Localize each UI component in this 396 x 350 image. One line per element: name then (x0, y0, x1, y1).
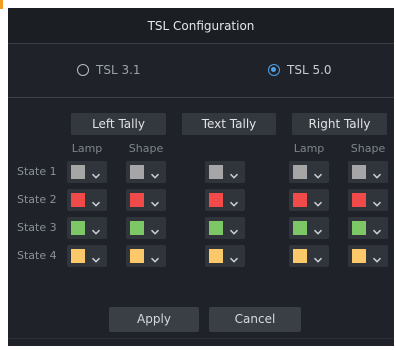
chevron-down-icon (372, 194, 382, 207)
text-color-picker[interactable] (205, 161, 245, 183)
radio-label-tsl-31: TSL 3.1 (96, 63, 141, 77)
right-shape-color-picker[interactable] (348, 189, 388, 211)
state-row-label: State 2 (17, 193, 57, 206)
chevron-down-icon (372, 166, 382, 179)
radio-icon (77, 64, 89, 76)
state-row-label: State 1 (17, 165, 57, 178)
left-lamp-header: Lamp (71, 142, 103, 155)
chevron-down-icon (313, 194, 323, 207)
left-lamp-color-picker[interactable] (67, 161, 107, 183)
color-swatch (293, 165, 307, 179)
right-shape-color-picker[interactable] (348, 245, 388, 267)
left-shape-color-picker[interactable] (126, 245, 166, 267)
chevron-down-icon (150, 166, 160, 179)
state-row-label: State 4 (17, 249, 57, 262)
color-swatch (130, 165, 144, 179)
color-swatch (209, 249, 223, 263)
text-color-picker[interactable] (205, 245, 245, 267)
chevron-down-icon (372, 250, 382, 263)
protocol-radio-group: TSL 3.1 TSL 5.0 (8, 44, 394, 98)
footer-divider (8, 338, 394, 339)
color-swatch (71, 193, 85, 207)
text-color-picker[interactable] (205, 189, 245, 211)
color-swatch (352, 221, 366, 235)
right-lamp-color-picker[interactable] (289, 245, 329, 267)
chevron-down-icon (229, 166, 239, 179)
window-accent-edge (0, 0, 3, 9)
radio-label-tsl-50: TSL 5.0 (287, 63, 332, 77)
chevron-down-icon (313, 222, 323, 235)
chevron-down-icon (229, 194, 239, 207)
color-swatch (352, 249, 366, 263)
right-lamp-header: Lamp (293, 142, 325, 155)
right-lamp-color-picker[interactable] (289, 161, 329, 183)
radio-tsl-50[interactable]: TSL 5.0 (268, 63, 332, 77)
left-tally-button[interactable]: Left Tally (71, 113, 166, 135)
cancel-button[interactable]: Cancel (209, 307, 301, 332)
radio-icon (268, 64, 280, 76)
chevron-down-icon (91, 222, 101, 235)
left-lamp-color-picker[interactable] (67, 217, 107, 239)
color-swatch (71, 221, 85, 235)
color-swatch (130, 249, 144, 263)
color-swatch (71, 165, 85, 179)
color-swatch (352, 193, 366, 207)
chevron-down-icon (150, 222, 160, 235)
chevron-down-icon (150, 250, 160, 263)
color-swatch (209, 221, 223, 235)
right-tally-button[interactable]: Right Tally (292, 113, 387, 135)
right-lamp-color-picker[interactable] (289, 189, 329, 211)
chevron-down-icon (150, 194, 160, 207)
right-shape-color-picker[interactable] (348, 217, 388, 239)
color-swatch (71, 249, 85, 263)
color-swatch (352, 165, 366, 179)
chevron-down-icon (91, 250, 101, 263)
apply-button[interactable]: Apply (109, 307, 199, 332)
chevron-down-icon (313, 166, 323, 179)
color-swatch (209, 165, 223, 179)
dialog-title: TSL Configuration (8, 8, 394, 44)
color-swatch (130, 193, 144, 207)
chevron-down-icon (91, 166, 101, 179)
left-lamp-color-picker[interactable] (67, 245, 107, 267)
radio-tsl-31[interactable]: TSL 3.1 (77, 63, 141, 77)
left-shape-color-picker[interactable] (126, 161, 166, 183)
chevron-down-icon (229, 222, 239, 235)
chevron-down-icon (313, 250, 323, 263)
color-swatch (130, 221, 144, 235)
color-swatch (293, 249, 307, 263)
left-shape-header: Shape (128, 142, 164, 155)
color-swatch (293, 193, 307, 207)
color-swatch (209, 193, 223, 207)
state-row-label: State 3 (17, 221, 57, 234)
chevron-down-icon (229, 250, 239, 263)
right-shape-header: Shape (350, 142, 386, 155)
text-color-picker[interactable] (205, 217, 245, 239)
left-lamp-color-picker[interactable] (67, 189, 107, 211)
chevron-down-icon (372, 222, 382, 235)
chevron-down-icon (91, 194, 101, 207)
color-swatch (293, 221, 307, 235)
right-lamp-color-picker[interactable] (289, 217, 329, 239)
right-shape-color-picker[interactable] (348, 161, 388, 183)
left-shape-color-picker[interactable] (126, 217, 166, 239)
text-tally-button[interactable]: Text Tally (182, 113, 276, 135)
left-shape-color-picker[interactable] (126, 189, 166, 211)
